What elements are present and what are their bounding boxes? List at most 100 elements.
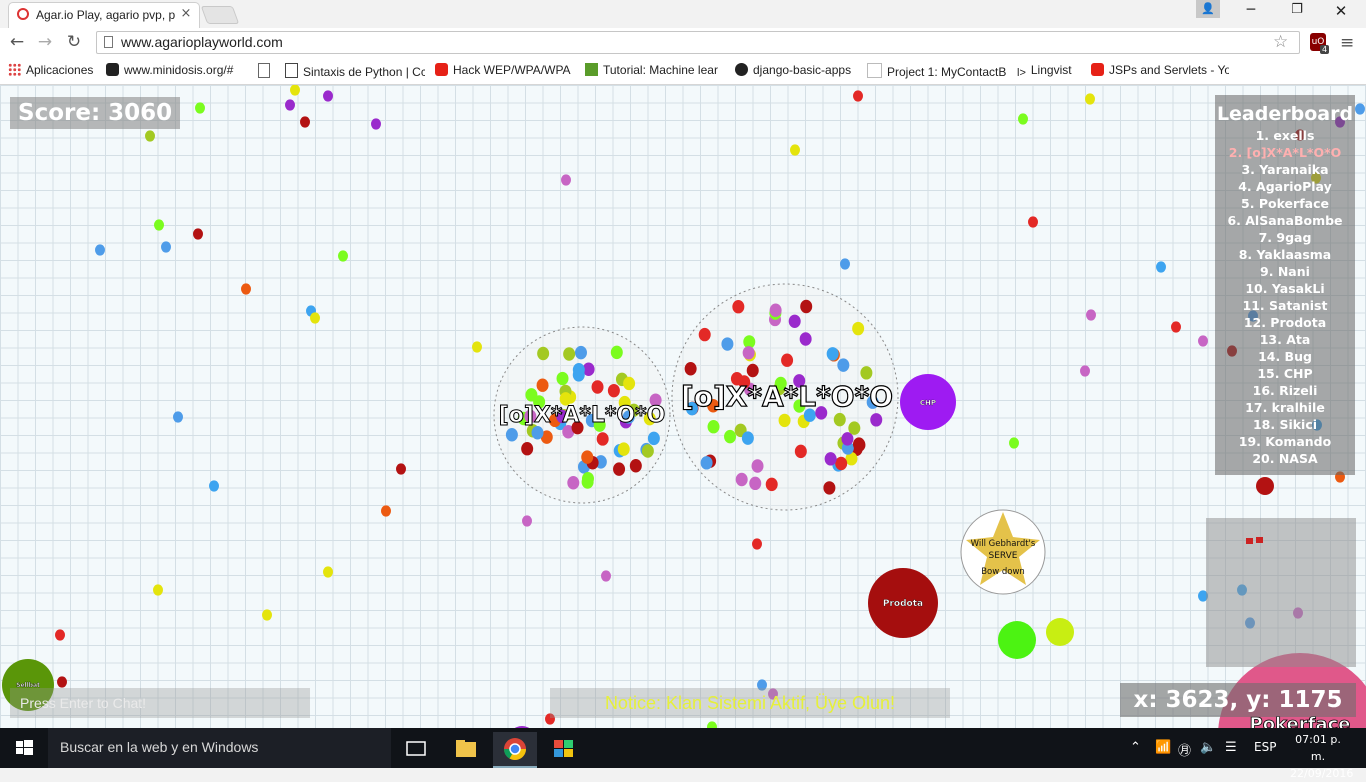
food-pellet: [852, 437, 865, 451]
bookmark-star-icon[interactable]: ☆: [1273, 32, 1288, 52]
forward-arrow-icon[interactable]: →: [34, 31, 56, 53]
reload-icon[interactable]: ↻: [63, 31, 85, 53]
minimap: [1206, 518, 1356, 667]
food-pellet: [556, 371, 569, 386]
leaderboard-entry: 17. kralhile: [1245, 400, 1325, 415]
food-pellet: [848, 421, 861, 435]
food-pellet: [752, 538, 762, 550]
bookmark-jsp-servlets[interactable]: JSPs and Servlets - You: [1091, 63, 1229, 79]
lingvist-icon: l>: [1017, 67, 1026, 79]
game-field[interactable]: [o]X*A*L*O*O [o]X*A*L*O*O CHP Prodota Wi…: [0, 85, 1366, 728]
minimap-player-marker: [1256, 537, 1263, 543]
bookmark-django[interactable]: django-basic-apps: [735, 63, 860, 79]
food-pellet: [749, 476, 762, 491]
close-window-button[interactable]: ✕: [1326, 2, 1356, 22]
leaderboard-entry: 5. Pokerface: [1241, 196, 1329, 211]
food-pellet: [837, 358, 850, 372]
browser-titlebar: Agar.io Play, agario pvp, p × 👤 ─ ❐ ✕: [0, 0, 1366, 29]
food-pellet: [841, 432, 854, 446]
bookmark-project1[interactable]: Project 1: MyContactB: [867, 63, 1007, 79]
food-pellet: [209, 480, 219, 492]
windows-logo-icon: [16, 740, 33, 755]
prodota-cell-name: Prodota: [883, 599, 923, 609]
browser-tab[interactable]: Agar.io Play, agario pvp, p ×: [8, 2, 200, 29]
food-pellet: [567, 476, 580, 490]
enemy-cell-small-yellow[interactable]: [1046, 618, 1074, 646]
leaderboard-entry: 12. Prodota: [1243, 315, 1327, 330]
food-pellet: [800, 299, 813, 314]
enemy-cell-chp[interactable]: CHP: [900, 374, 956, 430]
show-hidden-icons[interactable]: ⌃: [1130, 740, 1141, 755]
tab-close-icon[interactable]: ×: [179, 6, 193, 22]
minimap-player-marker: [1246, 538, 1253, 544]
doc-icon: [285, 63, 298, 78]
food-pellet: [290, 85, 300, 96]
leaderboard-entry: 19. Komando: [1238, 434, 1332, 449]
address-bar[interactable]: www.agarioplayworld.com ☆: [96, 31, 1300, 54]
food-pellet: [746, 363, 759, 378]
food-pellet: [629, 458, 642, 473]
chrome-menu-icon[interactable]: ≡: [1340, 33, 1354, 53]
food-pellet: [860, 366, 873, 380]
task-view-button[interactable]: [395, 732, 439, 766]
leaderboard-entry: 9. Nani: [1260, 264, 1310, 279]
notifications-icon[interactable]: ☰: [1225, 740, 1237, 755]
youtube-icon: [435, 63, 448, 76]
maximize-button[interactable]: ❐: [1282, 2, 1312, 22]
ime-icon[interactable]: ㊊: [1178, 740, 1191, 759]
back-arrow-icon[interactable]: ←: [6, 31, 28, 53]
tutorial-icon: [585, 63, 598, 76]
bookmark-blank[interactable]: [258, 63, 278, 79]
food-pellet: [698, 327, 711, 342]
url-text: www.agarioplayworld.com: [121, 34, 283, 50]
food-pellet: [684, 362, 697, 376]
food-pellet: [641, 444, 654, 458]
chrome-taskbar-icon[interactable]: [493, 732, 537, 768]
new-tab-button[interactable]: [200, 6, 240, 24]
player-cell[interactable]: [o]X*A*L*O*O: [671, 283, 899, 511]
leaderboard-entry: 8. Yaklaasma: [1238, 247, 1332, 262]
language-indicator[interactable]: ESP: [1254, 740, 1276, 754]
bookmark-machine-learning[interactable]: Tutorial: Machine lear: [585, 63, 723, 79]
food-pellet: [310, 312, 320, 324]
food-pellet: [381, 505, 391, 517]
leaderboard-entry: 4. AgarioPlay: [1238, 179, 1332, 194]
taskbar-search-box[interactable]: Buscar en la web y en Windows: [48, 728, 391, 768]
minimize-button[interactable]: ─: [1236, 2, 1266, 22]
food-pellet: [505, 428, 518, 442]
bookmark-apps[interactable]: Aplicaciones: [8, 63, 98, 79]
bookmark-minidosis[interactable]: www.minidosis.org/#: [106, 63, 246, 79]
player-cell[interactable]: [o]X*A*L*O*O: [493, 326, 671, 504]
bookmark-python-syntax[interactable]: Sintaxis de Python | Cc: [285, 63, 425, 79]
food-pellet: [521, 441, 534, 456]
store-app-icon[interactable]: [542, 732, 586, 766]
food-pellet: [1086, 309, 1096, 321]
food-pellet: [300, 116, 310, 128]
player-cell-name: [o]X*A*L*O*O: [499, 403, 666, 428]
windows-start-button[interactable]: [0, 728, 48, 768]
chat-input[interactable]: [10, 688, 310, 718]
food-pellet: [823, 481, 836, 495]
enemy-cell-will[interactable]: Will Gebhardt's SERVE Bow down: [960, 509, 1046, 595]
volume-icon[interactable]: 🔈: [1200, 740, 1216, 755]
clock[interactable]: 07:01 p. m. 22/09/2016: [1290, 731, 1353, 782]
bookmark-hack-wep[interactable]: Hack WEP/WPA/WPA: [435, 63, 575, 79]
enemy-cell-small-green[interactable]: [998, 621, 1036, 659]
food-pellet: [794, 444, 807, 459]
file-explorer-icon[interactable]: [444, 732, 488, 766]
food-pellet: [601, 570, 611, 582]
enemy-cell-prodota[interactable]: Prodota: [868, 568, 938, 638]
user-profile-icon[interactable]: 👤: [1196, 0, 1220, 18]
leaderboard-entry: 13. Ata: [1259, 332, 1311, 347]
enemy-cell-red-small[interactable]: [1256, 477, 1274, 495]
bookmark-lingvist[interactable]: l> Lingvist: [1017, 63, 1087, 79]
game-canvas[interactable]: [o]X*A*L*O*O [o]X*A*L*O*O CHP Prodota Wi…: [0, 85, 1366, 728]
food-pellet: [1018, 113, 1028, 125]
wifi-icon[interactable]: 📶: [1155, 740, 1171, 755]
apps-grid-icon: [8, 63, 21, 76]
red-small-cell-body: [1256, 477, 1274, 495]
food-pellet: [1355, 103, 1365, 115]
food-pellet: [824, 452, 837, 466]
food-pellet: [732, 299, 745, 314]
food-pellet: [522, 515, 532, 527]
